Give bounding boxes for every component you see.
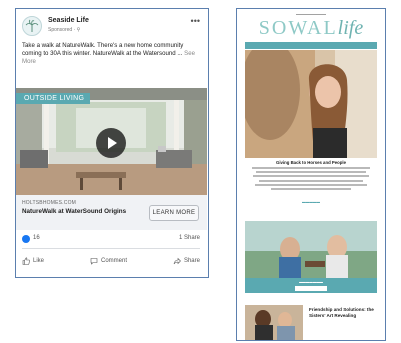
link-headline[interactable]: NatureWalk at WaterSound Origins [22,208,132,216]
comment-icon [90,258,98,265]
comment-label: Comment [100,258,127,264]
page-name[interactable]: Seaside Life [48,17,89,24]
link-preview[interactable]: HOLTSBHOMES.COM NatureWalk at WaterSound… [16,195,207,230]
bottom-story-title[interactable]: Friendship and Solutions: the Sisters' A… [309,307,379,319]
post-header: Seaside Life Sponsored · ⚲ ••• [22,16,202,38]
logo-script: life [337,17,364,39]
newsletter-preview: ▬▬▬▬▬▬▬▬▬▬ SOWALlife Giving Back to Hors… [236,8,386,341]
story-headline[interactable]: Giving Back to Horses and People [249,160,373,165]
preheader-text: ▬▬▬▬▬▬▬▬▬▬ [296,12,326,16]
banner-button[interactable] [295,286,327,291]
like-button[interactable]: Like [22,255,44,267]
comment-button[interactable]: Comment [90,255,127,267]
video-media[interactable]: OUTSIDE LIVING [16,88,207,195]
ellipsis-icon[interactable]: ••• [191,16,200,26]
share-count[interactable]: 1 Share [179,235,200,241]
play-icon[interactable] [96,128,126,158]
post-actions: Like Comment Share [22,255,200,267]
reaction-count[interactable]: 16 [33,235,40,241]
people-outdoors-photo [245,221,377,279]
post-text: Take a walk at NatureWalk. There's a new… [22,42,204,67]
sowal-life-logo[interactable]: SOWALlife [237,17,385,40]
learn-more-button[interactable]: LEARN MORE [149,205,199,221]
facebook-ad-card: Seaside Life Sponsored · ⚲ ••• Take a wa… [15,8,209,278]
media-tag: OUTSIDE LIVING [16,93,91,104]
divider [22,248,200,249]
engagement-stats: 16 1 Share [22,235,200,245]
second-story-image[interactable] [245,221,377,279]
like-label: Like [33,258,45,264]
story-body-text [251,167,371,192]
tagline-bar [245,42,377,49]
sponsored-label: Sponsored · ⚲ [48,27,81,33]
hero-image[interactable] [245,50,377,158]
palm-logo-icon [25,19,39,32]
banner-text: ▬▬▬▬▬▬▬ [299,280,323,284]
sisters-art-photo [245,305,303,340]
link-domain: HOLTSBHOMES.COM [22,200,77,206]
girl-with-horse-photo [245,50,377,158]
subscribe-banner: ▬▬▬▬▬▬▬ [245,278,377,293]
share-button[interactable]: Share [173,255,200,267]
post-body: Take a walk at NatureWalk. There's a new… [22,42,184,58]
page-avatar[interactable] [22,16,42,36]
share-icon [173,257,181,265]
thumbs-up-icon [22,257,30,265]
like-reaction-icon[interactable] [22,235,30,243]
read-more-link[interactable]: ▬▬▬▬▬ [237,200,385,204]
bottom-story-image[interactable] [245,305,303,340]
share-label: Share [183,258,200,264]
logo-main: SOWAL [258,17,338,39]
